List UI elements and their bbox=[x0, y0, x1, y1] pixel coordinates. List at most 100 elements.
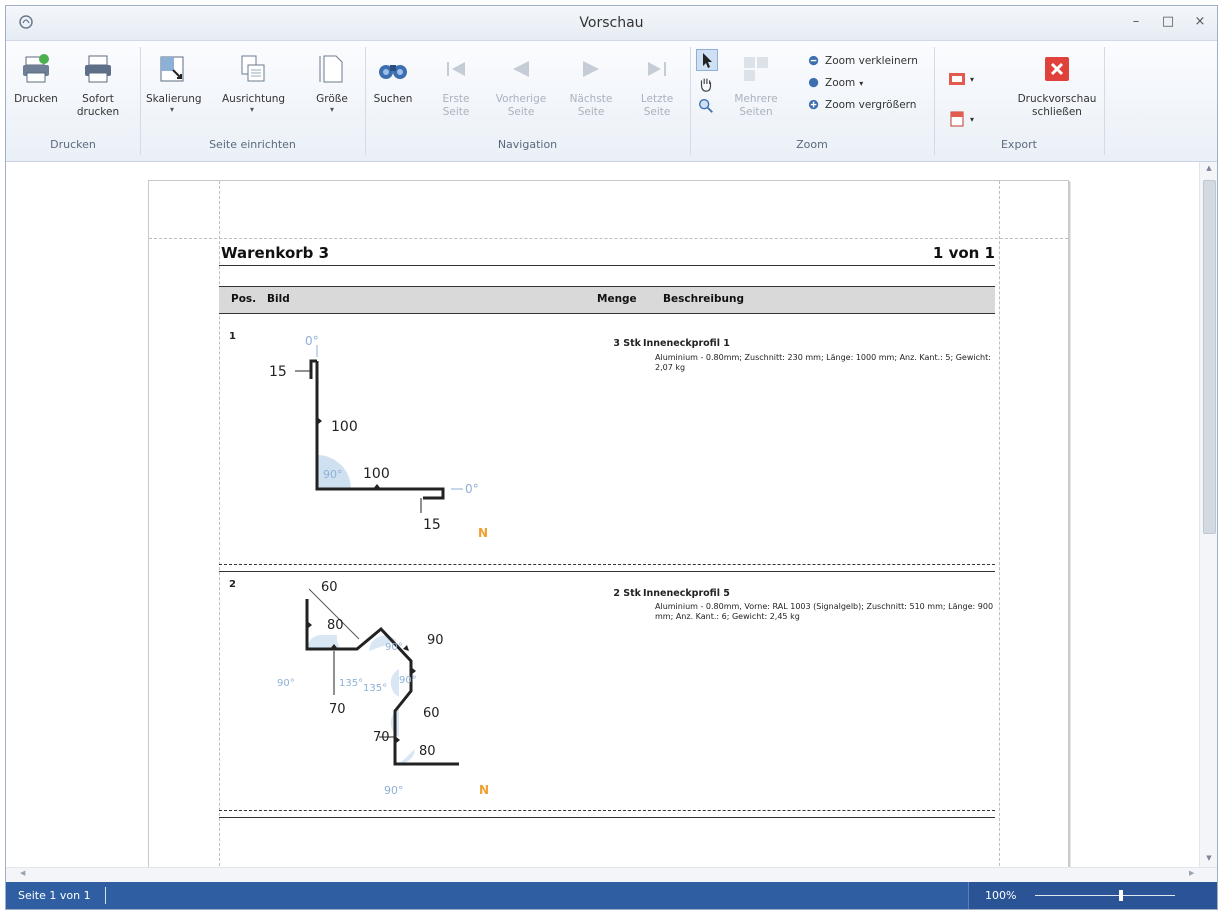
pointer-icon[interactable] bbox=[696, 49, 718, 71]
column-header-pos: Pos. bbox=[231, 293, 257, 305]
group-navigation: Suchen Erste Seite Vorherige Seite Nächs… bbox=[365, 47, 691, 155]
zoom-out-label: Zoom verkleinern bbox=[825, 55, 918, 67]
close-preview-label: Druckvorschau schließen bbox=[1017, 93, 1097, 118]
scale-icon bbox=[160, 56, 184, 82]
drawing-label: 70 bbox=[373, 730, 390, 745]
maximize-button[interactable]: □ bbox=[1161, 14, 1175, 29]
zoom-label: Zoom bbox=[825, 77, 856, 89]
dropdown-arrow-icon: ▾ bbox=[970, 114, 975, 124]
item-pos: 2 bbox=[229, 579, 236, 590]
size-button[interactable]: Größe ▾ bbox=[306, 47, 358, 114]
close-preview-button[interactable]: Druckvorschau schließen bbox=[1012, 47, 1102, 119]
drawing-label: 0° bbox=[305, 334, 319, 348]
print-button-label: Drucken bbox=[14, 93, 58, 105]
close-preview-icon bbox=[1045, 57, 1069, 81]
zoom-in-label: Zoom vergrößern bbox=[825, 99, 917, 111]
drawing-label: 90° bbox=[384, 784, 404, 797]
drawing-label: 70 bbox=[329, 702, 346, 717]
zoom-icon bbox=[808, 77, 819, 87]
scroll-right-icon[interactable]: ▶ bbox=[1189, 869, 1194, 877]
group-zoom: Mehrere Seiten Zoom verkleinern Zoom ▾ Z… bbox=[690, 47, 935, 155]
group-seite-einrichten: Skalierung ▾ Ausrichtung ▾ Größe ▾ Seite… bbox=[140, 47, 366, 155]
drawing-label: 80 bbox=[327, 618, 344, 633]
dropdown-arrow-icon: ▾ bbox=[249, 105, 254, 114]
window-title: Vorschau bbox=[579, 15, 644, 31]
first-page-icon bbox=[447, 62, 465, 76]
zoom-slider[interactable] bbox=[1035, 895, 1175, 896]
close-window-button[interactable]: × bbox=[1193, 14, 1207, 29]
drawing-label: 15 bbox=[269, 364, 287, 380]
drawing-label: 90° bbox=[385, 642, 403, 653]
profile-drawing-2: 60 80 90 90° 90° 135° 135° 90° 60 70 70 … bbox=[277, 580, 489, 797]
zoom-in-icon bbox=[808, 99, 819, 109]
drawing-label: 135° bbox=[363, 683, 387, 694]
print-button[interactable]: Drucken bbox=[10, 47, 62, 106]
minimize-button[interactable]: – bbox=[1129, 14, 1143, 29]
export-file-button[interactable]: ▾ bbox=[948, 109, 974, 129]
group-drucken: Drucken Sofort drucken Drucken bbox=[6, 47, 141, 155]
orientation-button[interactable]: Ausrichtung ▾ bbox=[222, 47, 285, 114]
previous-page-button[interactable]: Vorherige Seite bbox=[495, 47, 547, 119]
drawing-label: 15 bbox=[423, 517, 441, 533]
drawing-label: 0° bbox=[465, 482, 479, 496]
item-name: Inneneckprofil 5 bbox=[643, 588, 730, 599]
drawing-label: 90° bbox=[323, 468, 343, 481]
drawing-label: 60 bbox=[423, 706, 440, 721]
drawing-label: 100 bbox=[331, 419, 358, 435]
column-header-image: Bild bbox=[267, 293, 290, 305]
title-bar: Vorschau – □ × bbox=[6, 6, 1217, 41]
vertical-scrollbar[interactable]: ▲ ▼ bbox=[1199, 162, 1217, 867]
zoom-tool-icon[interactable] bbox=[697, 97, 715, 115]
drawing-label: N bbox=[478, 526, 488, 540]
last-page-button[interactable]: Letzte Seite bbox=[631, 47, 683, 119]
multiple-pages-label: Mehrere Seiten bbox=[734, 93, 778, 118]
page-info: Seite 1 von 1 bbox=[18, 889, 91, 902]
table-header: Pos. Bild Menge Beschreibung bbox=[219, 286, 995, 314]
first-page-button[interactable]: Erste Seite bbox=[430, 47, 482, 119]
multiple-pages-button[interactable]: Mehrere Seiten bbox=[730, 47, 782, 119]
group-label-zoom: Zoom bbox=[796, 138, 828, 151]
group-label-navigation: Navigation bbox=[497, 138, 558, 151]
zoom-slider-thumb[interactable] bbox=[1119, 890, 1123, 901]
item-details: Aluminium - 0.80mm, Vorne: RAL 1003 (Sig… bbox=[655, 602, 994, 621]
zoom-out-button[interactable]: Zoom verkleinern bbox=[808, 51, 918, 71]
export-pdf-button[interactable]: ▾ bbox=[948, 69, 974, 89]
zoom-dropdown-button[interactable]: Zoom ▾ bbox=[808, 73, 863, 93]
row-separator bbox=[219, 564, 995, 565]
print-now-button[interactable]: Sofort drucken bbox=[72, 47, 124, 119]
status-bar: Seite 1 von 1 100% bbox=[6, 882, 1217, 909]
printer-icon bbox=[85, 55, 111, 83]
dropdown-arrow-icon: ▾ bbox=[169, 105, 174, 114]
row-separator bbox=[219, 571, 995, 572]
column-header-qty: Menge bbox=[597, 293, 637, 305]
scroll-left-icon[interactable]: ◀ bbox=[20, 869, 25, 877]
title-underline bbox=[219, 265, 995, 266]
drawing-label: 60 bbox=[321, 580, 338, 595]
horizontal-scrollbar[interactable]: ◀ ▶ bbox=[6, 867, 1217, 882]
profile-drawing-1: 0° 15 100 90° 100 0° 15 N bbox=[269, 334, 488, 540]
file-export-icon bbox=[950, 111, 964, 127]
drawing-label: 90° bbox=[277, 678, 295, 689]
print-now-label: Sofort drucken bbox=[76, 93, 120, 118]
dropdown-arrow-icon: ▾ bbox=[859, 78, 864, 88]
page-size-icon bbox=[319, 55, 343, 83]
hand-tool-icon[interactable] bbox=[697, 75, 715, 93]
scroll-up-icon[interactable]: ▲ bbox=[1200, 164, 1217, 172]
vertical-scroll-thumb[interactable] bbox=[1203, 180, 1216, 534]
status-divider bbox=[105, 887, 106, 904]
scroll-down-icon[interactable]: ▼ bbox=[1200, 854, 1217, 862]
first-page-label: Erste Seite bbox=[442, 93, 470, 118]
next-page-icon bbox=[583, 61, 599, 77]
binoculars-icon bbox=[379, 65, 407, 79]
table-bottom-line bbox=[219, 817, 995, 818]
next-page-button[interactable]: Nächste Seite bbox=[565, 47, 617, 119]
drawing-label: 90 bbox=[427, 633, 444, 648]
preview-area[interactable]: Warenkorb 3 1 von 1 Pos. Bild Menge Besc… bbox=[6, 162, 1217, 882]
scaling-button[interactable]: Skalierung ▾ bbox=[146, 47, 202, 114]
zoom-in-button[interactable]: Zoom vergrößern bbox=[808, 95, 916, 115]
group-label-seite-einrichten: Seite einrichten bbox=[209, 138, 296, 151]
ribbon: Drucken Sofort drucken Drucken Skalierun… bbox=[6, 41, 1217, 162]
search-button[interactable]: Suchen bbox=[367, 47, 419, 106]
search-label: Suchen bbox=[373, 93, 413, 105]
item-qty: 2 Stk bbox=[613, 588, 641, 599]
